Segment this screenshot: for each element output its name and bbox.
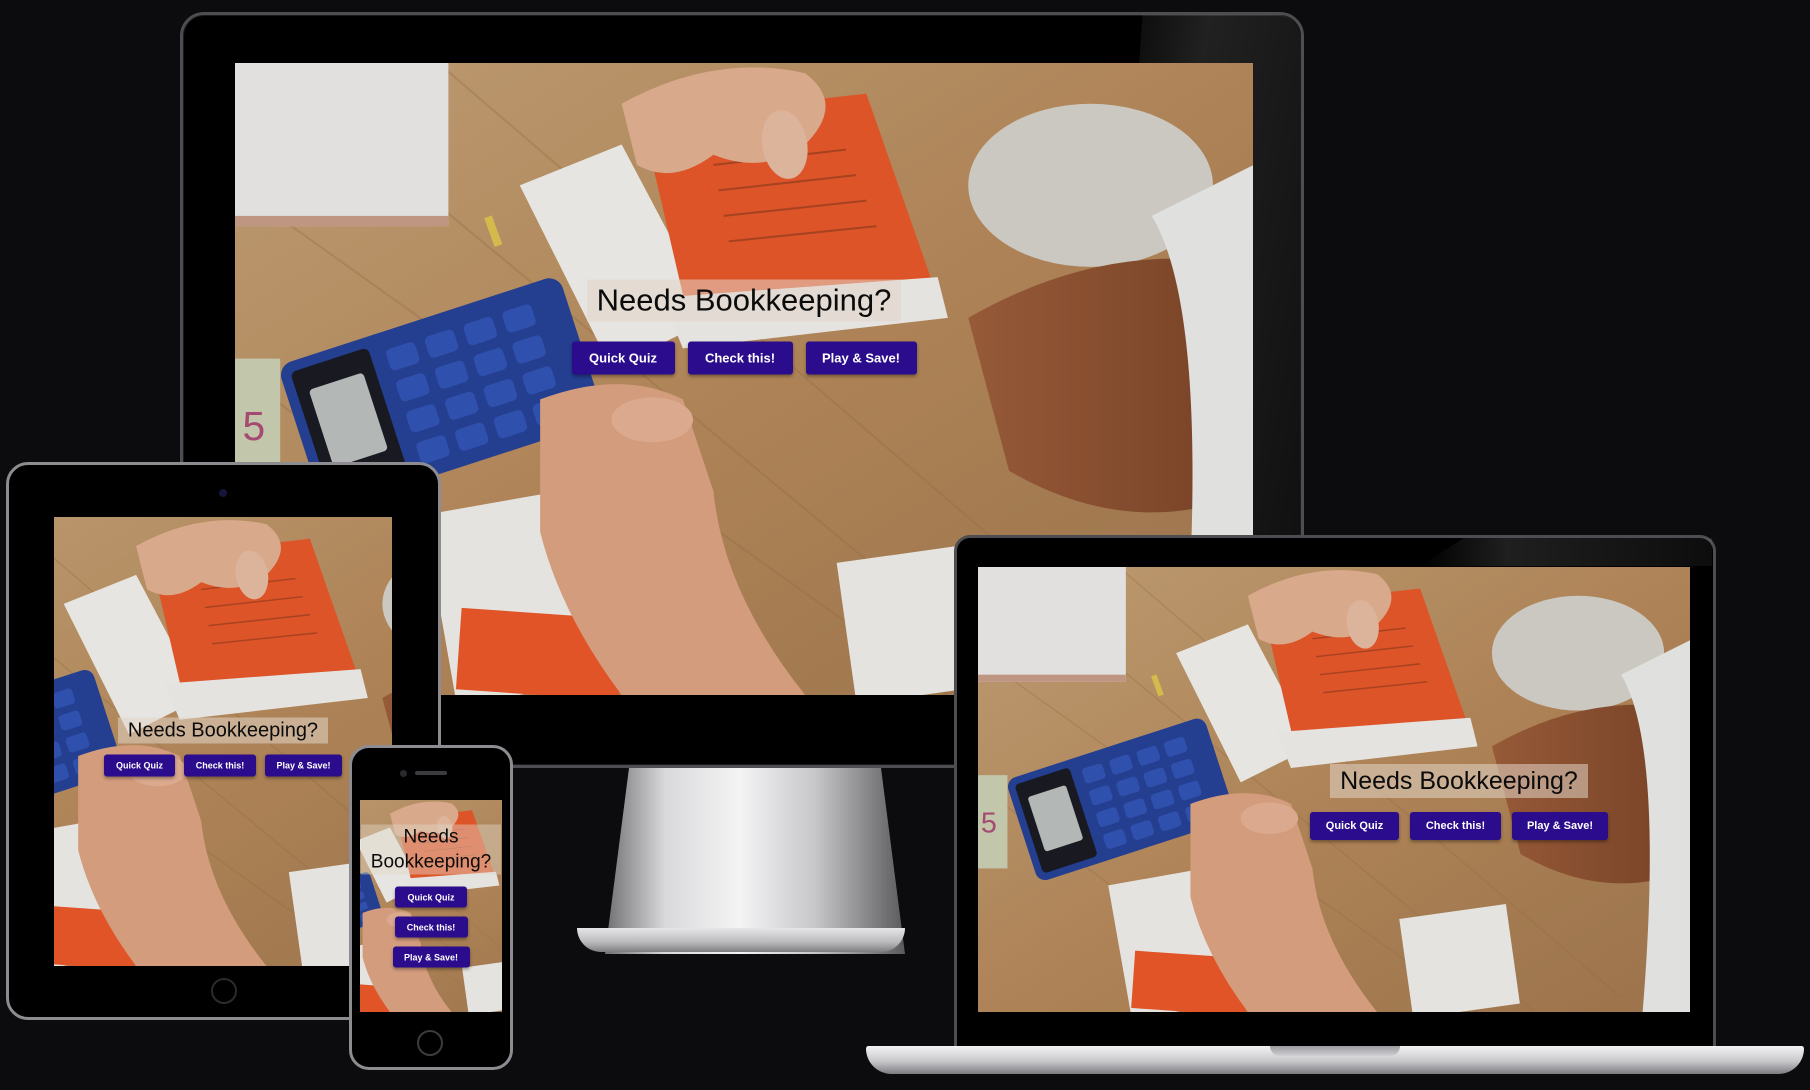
quick-quiz-button[interactable]: Quick Quiz	[571, 341, 675, 375]
hero-title: Needs Bookkeeping?	[360, 824, 502, 875]
hero-title-line-2: Bookkeeping?	[370, 851, 492, 873]
monitor-stand-base	[577, 928, 905, 952]
quick-quiz-button[interactable]: Quick Quiz	[104, 754, 175, 776]
hero-title: Needs Bookkeeping?	[117, 717, 329, 743]
hero-title: Needs Bookkeeping?	[1330, 763, 1588, 798]
quick-quiz-button[interactable]: Quick Quiz	[395, 886, 467, 908]
phone-home-button	[417, 1030, 443, 1056]
hero-buttons: Quick Quiz Check this! Play & Save!	[104, 754, 342, 776]
laptop-notch	[1270, 1046, 1400, 1056]
laptop-screen: Needs Bookkeeping? Quick Quiz Check this…	[978, 567, 1690, 1012]
play-and-save-button[interactable]: Play & Save!	[805, 341, 917, 375]
phone-camera	[400, 770, 407, 777]
hero-buttons: Quick Quiz Check this! Play & Save!	[392, 886, 470, 968]
play-and-save-button[interactable]: Play & Save!	[392, 946, 470, 968]
tablet-home-button	[211, 978, 237, 1004]
hero-buttons: Quick Quiz Check this! Play & Save!	[571, 341, 917, 375]
monitor-stand	[605, 768, 905, 954]
hero-section: Needs Bookkeeping? Quick Quiz Check this…	[54, 717, 392, 776]
quick-quiz-button[interactable]: Quick Quiz	[1310, 811, 1399, 840]
hero-section: Needs Bookkeeping? Quick Quiz Check this…	[360, 824, 502, 968]
phone-screen: Needs Bookkeeping? Quick Quiz Check this…	[360, 800, 502, 1012]
phone-speaker	[415, 771, 447, 775]
check-this-button[interactable]: Check this!	[687, 341, 793, 375]
play-and-save-button[interactable]: Play & Save!	[1512, 811, 1608, 840]
hero-title-line-1: Needs	[403, 826, 459, 848]
tablet-camera	[219, 489, 227, 497]
check-this-button[interactable]: Check this!	[184, 754, 256, 776]
hero-section: Needs Bookkeeping? Quick Quiz Check this…	[978, 763, 1690, 840]
check-this-button[interactable]: Check this!	[1410, 811, 1501, 840]
play-and-save-button[interactable]: Play & Save!	[265, 754, 342, 776]
tablet-screen: Needs Bookkeeping? Quick Quiz Check this…	[54, 517, 392, 966]
hero-section: Needs Bookkeeping? Quick Quiz Check this…	[235, 279, 1253, 375]
hero-title: Needs Bookkeeping?	[586, 279, 902, 322]
hero-buttons: Quick Quiz Check this! Play & Save!	[1310, 811, 1608, 840]
laptop-glare	[1420, 538, 1712, 566]
check-this-button[interactable]: Check this!	[394, 916, 468, 938]
